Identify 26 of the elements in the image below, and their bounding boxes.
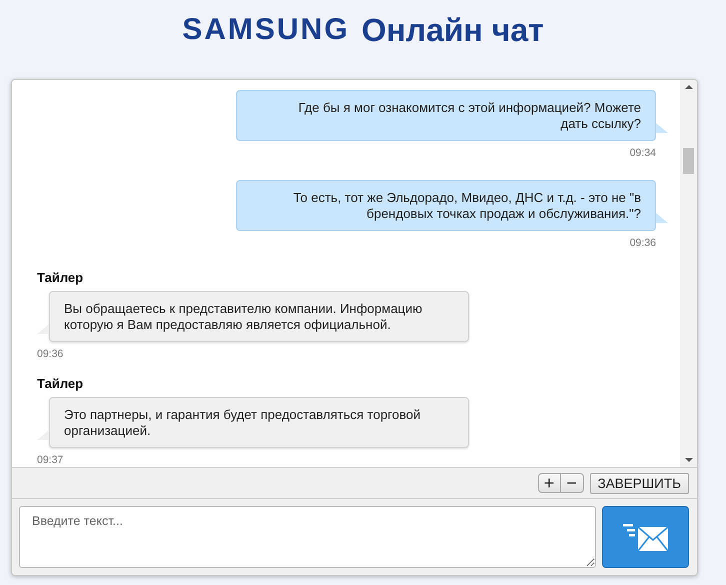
message-time: 09:34 — [630, 147, 656, 159]
sender-name: Тайлер — [37, 270, 84, 285]
received-message-bubble: Это партнеры, и гарантия будет предоставляться торговой организацией. — [49, 397, 469, 448]
bubble-tail — [656, 213, 668, 223]
bubble-tail — [656, 123, 668, 133]
scroll-up-icon[interactable] — [684, 85, 692, 89]
font-size-button[interactable]: − — [560, 473, 584, 493]
bubble-tail — [37, 324, 49, 334]
message-input[interactable]: Введите текст... — [19, 506, 596, 568]
message-time: 09:36 — [630, 237, 656, 249]
scroll-thumb[interactable] — [683, 148, 694, 174]
sender-name: Тайлер — [37, 376, 84, 391]
font-size-button[interactable]: + — [538, 473, 561, 493]
send-button[interactable] — [602, 506, 689, 568]
message-time: 09:37 — [37, 454, 64, 466]
chat-title: Онлайн чат — [362, 11, 544, 50]
received-message-bubble: Вы обращаетесь к представителю компании. Информацию которую я Вам предоставляю является официальной. — [49, 291, 469, 342]
end-chat-button[interactable]: ЗАВЕРШИТЬ — [590, 472, 689, 494]
sent-message-bubble: Где бы я мог ознакомится с этой информацией? Можете дать ссылку? — [236, 90, 656, 141]
message-time: 09:36 — [37, 348, 64, 360]
bubble-tail — [37, 430, 49, 440]
scrollbar[interactable] — [680, 80, 697, 467]
envelope-icon — [620, 521, 670, 553]
sent-message-bubble: То есть, тот же Эльдорадо, Мвидео, ДНС и т.д. - это не "в брендовых точках продаж и обслуживания."? — [236, 180, 656, 231]
brand-logo: SAMSUNG — [182, 12, 350, 48]
scroll-down-icon[interactable] — [684, 458, 692, 462]
